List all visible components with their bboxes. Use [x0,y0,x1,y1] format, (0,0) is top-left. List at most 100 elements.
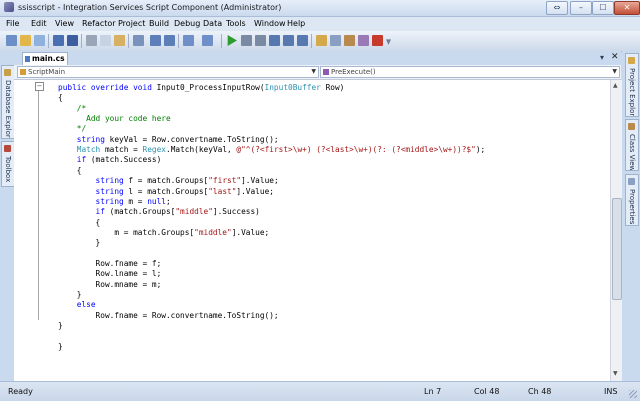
start-debug-icon[interactable] [227,35,237,46]
code-line: public override void Input0_ProcessInput… [58,83,344,92]
code-token: else [58,300,96,310]
overflow-icon[interactable] [386,39,391,45]
code-token: "middle" [194,227,232,237]
code-token: "last" [208,186,237,196]
tab-list-dropdown[interactable]: ▾ [600,53,604,62]
code-line: } [58,321,63,330]
code-token: */ [58,124,87,134]
close-button[interactable]: ✕ [614,1,640,15]
menu-project[interactable]: Project [118,19,145,28]
code-line: Row.lname = l; [58,269,162,278]
code-token: (match.Success) [90,155,162,165]
stop-icon[interactable] [255,35,266,46]
code-line: else [58,300,96,309]
collapse-toggle[interactable]: − [35,82,44,91]
add-item-icon[interactable] [34,35,45,46]
scroll-up-icon[interactable]: ▲ [613,82,618,89]
code-token: m = match.Groups[ [58,227,195,237]
step-over-icon[interactable] [283,35,294,46]
project-explorer-tab[interactable]: Project Explorer [625,53,639,117]
toolbox-tab[interactable]: Toolbox [1,141,15,187]
copy-icon[interactable] [100,35,111,46]
maximize-button[interactable]: ☐ [592,1,614,15]
menu-view[interactable]: View [55,19,74,28]
menu-bar: File Edit View Refactor Project Build De… [0,17,640,31]
code-token: string [58,176,129,186]
properties-tab[interactable]: Properties [625,174,639,226]
database-explorer-tab[interactable]: Database Explorer [1,65,15,139]
code-token: } [58,341,63,351]
toolbox-icon[interactable] [358,35,369,46]
cut-icon[interactable] [86,35,97,46]
code-editor[interactable]: − public override void Input0_ProcessInp… [14,80,610,381]
code-token: Add your code here [58,114,171,124]
code-token: null [147,196,166,206]
code-token: string [58,186,129,196]
error-list-icon[interactable] [372,35,383,46]
database-icon [4,69,11,76]
code-token: Match [58,145,105,155]
class-icon [20,69,26,75]
step-into-icon[interactable] [269,35,280,46]
menu-build[interactable]: Build [149,19,169,28]
vertical-scrollbar[interactable]: ▲ ▼ [610,80,622,381]
status-char: Ch 48 [528,387,552,396]
code-token: } [58,238,101,248]
menu-file[interactable]: File [6,19,19,28]
method-icon [323,69,329,75]
object-browser-icon[interactable] [344,35,355,46]
left-dock-strip: Database Explorer Toolbox [0,51,15,381]
new-project-icon[interactable] [6,35,17,46]
code-token: ].Value; [236,186,274,196]
properties-icon[interactable] [330,35,341,46]
solution-explorer-icon[interactable] [316,35,327,46]
menu-data[interactable]: Data [203,19,222,28]
code-token: ].Success) [212,207,260,217]
close-document-icon[interactable]: ✕ [611,52,619,62]
minimize-button[interactable]: – [570,1,592,15]
step-out-icon[interactable] [297,35,308,46]
save-all-icon[interactable] [67,35,78,46]
undo-icon[interactable] [183,35,194,46]
code-line: string f = match.Groups["first"].Value; [58,176,279,185]
status-text: Ready [8,387,33,396]
redo-icon[interactable] [202,35,213,46]
code-token: Input0Buffer [264,83,321,92]
document-area: main.cs ▾ ✕ ScriptMain ▼ PreExecute() ▼ … [14,51,622,381]
code-token: "middle" [175,207,213,217]
menu-refactor[interactable]: Refactor [82,19,116,28]
menu-debug[interactable]: Debug [174,19,200,28]
scroll-down-icon[interactable]: ▼ [613,370,618,377]
code-line: Match match = Regex.Match(keyVal, @"^(?<… [58,145,485,154]
comment-icon[interactable] [150,35,161,46]
tab-main-cs[interactable]: main.cs [22,52,68,65]
open-icon[interactable] [20,35,31,46]
code-line: Row.fname = f; [58,259,162,268]
code-token: @"^(?<first>\w+) (?<last>\w+)(?: (?<midd… [236,145,476,155]
menu-help[interactable]: Help [287,19,305,28]
find-icon[interactable] [133,35,144,46]
class-dropdown[interactable]: ScriptMain ▼ [17,66,319,78]
code-token: public override void [58,83,157,92]
resize-grip[interactable] [629,390,637,398]
code-token: { [58,165,82,175]
code-line: { [58,218,101,227]
uncomment-icon[interactable] [164,35,175,46]
member-dropdown[interactable]: PreExecute() ▼ [320,66,620,78]
paste-icon[interactable] [114,35,125,46]
code-token: ; [165,196,171,206]
class-view-tab[interactable]: Class View [625,119,639,171]
code-token: ); [475,145,486,155]
code-line: m = match.Groups["middle"].Value; [58,228,269,237]
code-line: { [58,165,82,175]
menu-window[interactable]: Window [254,19,286,28]
status-bar: Ready Ln 7 Col 48 Ch 48 INS [0,381,640,401]
code-line: } [58,290,82,299]
pause-icon[interactable] [241,35,252,46]
switch-window-button[interactable]: ⇔ [546,1,568,15]
scroll-thumb[interactable] [612,198,622,300]
menu-tools[interactable]: Tools [226,19,246,28]
menu-edit[interactable]: Edit [31,19,47,28]
save-icon[interactable] [53,35,64,46]
ide-window: ssisscript - Integration Services Script… [0,0,640,401]
